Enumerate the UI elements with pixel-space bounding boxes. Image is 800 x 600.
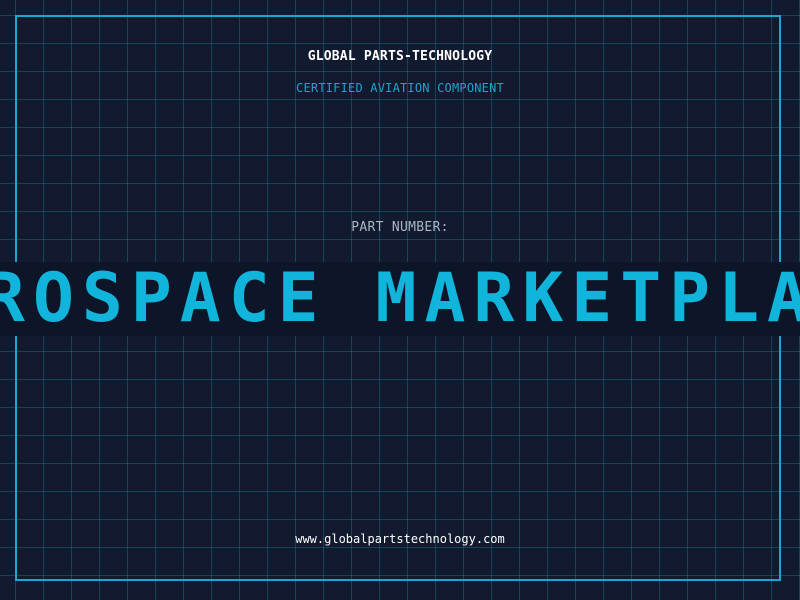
company-name: GLOBAL PARTS-TECHNOLOGY <box>307 49 493 64</box>
part-number-banner: AEROSPACE MARKETPLACE <box>0 262 800 336</box>
certification-subtitle: CERTIFIED AVIATION COMPONENT <box>296 81 504 95</box>
part-number-label: PART NUMBER: <box>351 220 449 235</box>
part-number-value: AEROSPACE MARKETPLACE <box>0 262 800 336</box>
website-url: www.globalpartstechnology.com <box>295 532 505 546</box>
